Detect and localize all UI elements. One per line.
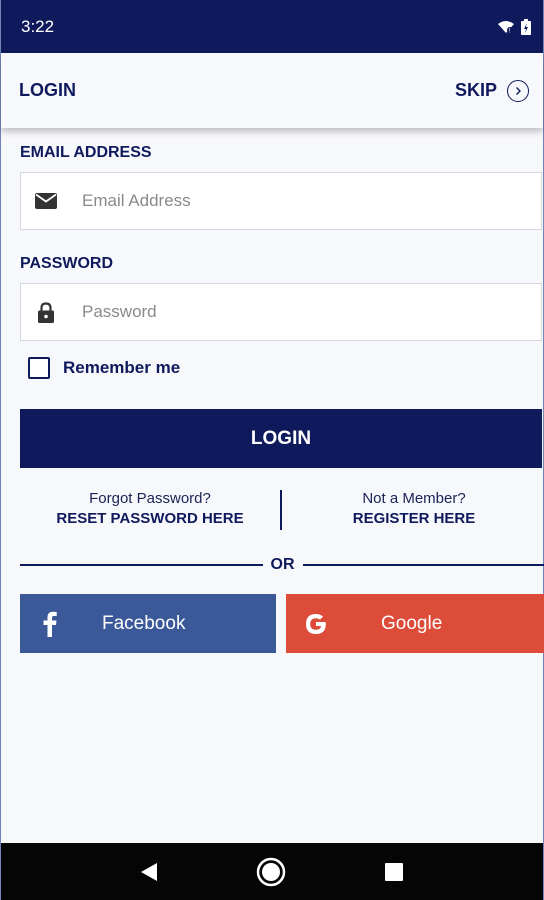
home-icon[interactable] [256,857,286,887]
skip-button[interactable]: SKIP [454,79,529,102]
status-time: 3:22 [21,16,55,36]
password-field-container [20,283,542,341]
google-icon [286,612,346,636]
remember-me-checkbox[interactable] [28,357,50,379]
or-text: OR [270,556,295,573]
google-label: Google [381,612,443,634]
facebook-icon [20,611,80,637]
reset-password-text: RESET PASSWORD HERE [56,510,244,527]
status-bar: 3:22 ! [1,0,543,53]
login-button[interactable]: LOGIN [20,409,542,468]
recents-icon[interactable] [384,862,404,882]
system-nav-bar [1,843,543,900]
password-label: PASSWORD [20,255,114,272]
password-input[interactable] [82,302,502,322]
back-icon[interactable] [140,862,158,882]
wifi-icon: ! [498,20,514,34]
chevron-right-icon [507,79,529,102]
envelope-icon [33,193,59,209]
register-link[interactable]: Not a Member? REGISTER HERE [284,489,544,529]
svg-text:!: ! [508,27,510,34]
google-login-button[interactable]: Google [286,594,544,653]
reset-password-link[interactable]: Forgot Password? RESET PASSWORD HERE [20,489,280,529]
remember-me-row: Remember me [28,357,180,379]
battery-icon [521,18,531,35]
links-divider [280,490,282,530]
not-member-text: Not a Member? [362,490,466,507]
forgot-password-text: Forgot Password? [89,490,211,507]
email-input[interactable] [82,191,502,211]
register-text: REGISTER HERE [352,510,476,527]
skip-label: SKIP [454,80,497,100]
status-icons: ! [497,18,531,35]
lock-icon [33,301,59,323]
or-divider: OR [20,555,544,575]
email-label: EMAIL ADDRESS [20,144,152,161]
page-title: LOGIN [19,80,76,100]
email-field-container [20,172,542,230]
or-line-left [20,564,263,566]
facebook-login-button[interactable]: Facebook [20,594,276,653]
remember-me-label[interactable]: Remember me [63,358,180,378]
account-links: Forgot Password? RESET PASSWORD HERE Not… [1,489,543,533]
facebook-label: Facebook [102,612,186,634]
app-header: LOGIN SKIP [1,53,543,128]
or-line-right [302,564,544,566]
